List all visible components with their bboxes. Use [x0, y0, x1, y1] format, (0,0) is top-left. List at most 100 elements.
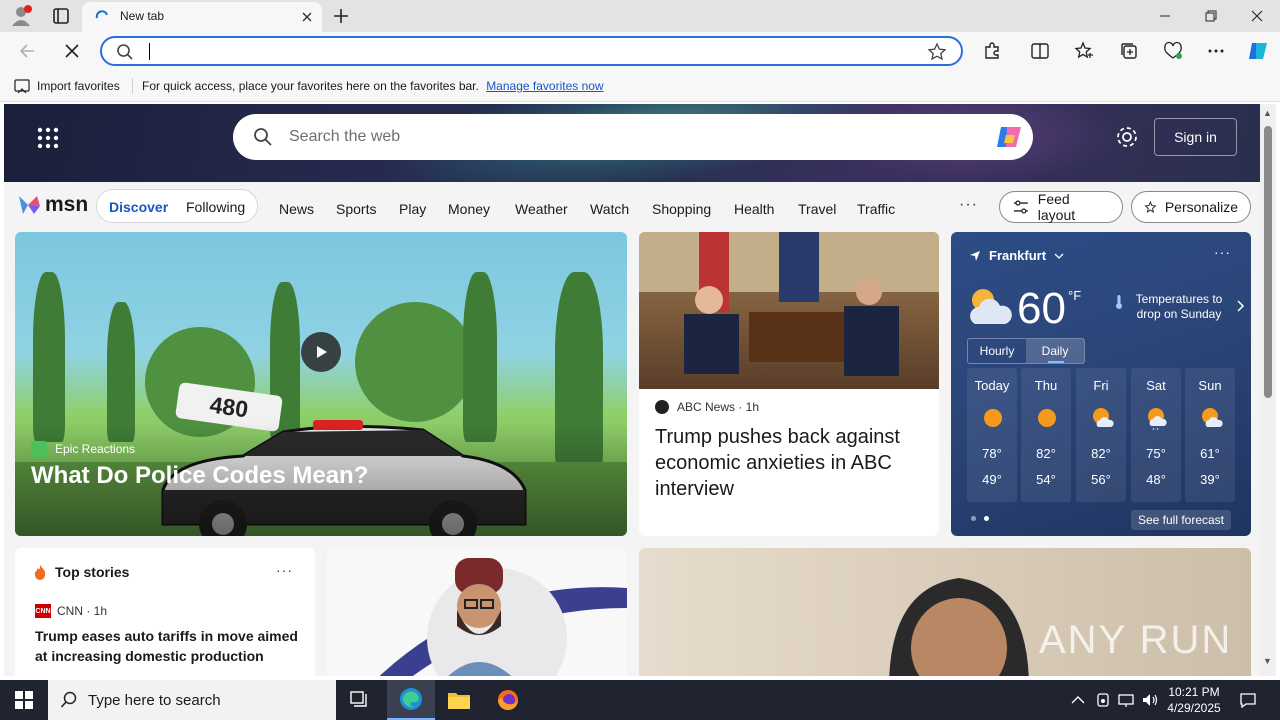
- web-search-box[interactable]: Search the web: [233, 114, 1033, 160]
- settings-more-button[interactable]: [1202, 38, 1230, 64]
- top-story-headline[interactable]: Trump eases auto tariffs in move aimed a…: [35, 626, 305, 666]
- tab-discover[interactable]: Discover: [109, 199, 168, 215]
- restore-button[interactable]: [1188, 0, 1234, 32]
- manage-favorites-link[interactable]: Manage favorites now: [486, 79, 603, 93]
- nav-item-play[interactable]: Play: [399, 201, 426, 217]
- top-stories-title: Top stories: [55, 564, 130, 580]
- feed-layout-button[interactable]: Feed layout: [999, 191, 1123, 223]
- tab-daily[interactable]: Daily: [1026, 339, 1084, 363]
- temperature-unit[interactable]: °F: [1068, 288, 1081, 303]
- nav-item-travel[interactable]: Travel: [798, 201, 836, 217]
- more-nav-button[interactable]: ···: [959, 196, 978, 214]
- nav-item-money[interactable]: Money: [448, 201, 490, 217]
- top-stories-more-button[interactable]: ···: [276, 562, 293, 578]
- minimize-button[interactable]: [1142, 0, 1188, 32]
- search-icon: [60, 691, 77, 708]
- tab-following[interactable]: Following: [186, 199, 245, 215]
- nav-item-watch[interactable]: Watch: [590, 201, 629, 217]
- forecast-day[interactable]: Sat 75° 48°: [1131, 368, 1181, 502]
- sign-in-button[interactable]: Sign in: [1154, 118, 1237, 156]
- profile-button[interactable]: [8, 4, 34, 28]
- carousel-indicator[interactable]: [971, 516, 989, 521]
- tray-app-icon[interactable]: [1093, 690, 1113, 710]
- see-full-forecast-button[interactable]: See full forecast: [1131, 510, 1231, 530]
- video-card[interactable]: ANY RUN: [639, 548, 1251, 676]
- puzzle-icon: [985, 42, 999, 59]
- back-button[interactable]: [14, 38, 42, 64]
- notifications-button[interactable]: [1238, 690, 1258, 710]
- show-hidden-icons-button[interactable]: [1068, 690, 1088, 710]
- play-video-button[interactable]: [301, 332, 341, 372]
- collections-button[interactable]: [1115, 38, 1143, 64]
- taskbar-clock[interactable]: 10:21 PM 4/29/2025: [1166, 684, 1222, 716]
- stop-loading-button[interactable]: [58, 38, 86, 64]
- scroll-down-icon[interactable]: ▼: [1263, 656, 1272, 666]
- edge-icon: [400, 688, 422, 710]
- split-screen-button[interactable]: [1026, 38, 1054, 64]
- publisher-logo: [31, 441, 47, 457]
- nav-item-traffic[interactable]: Traffic: [857, 201, 895, 217]
- tab-new-tab[interactable]: New tab: [82, 2, 322, 32]
- extensions-button[interactable]: [978, 38, 1006, 64]
- chevron-down-icon: [1054, 253, 1064, 259]
- msn-logo[interactable]: msn: [16, 192, 88, 218]
- nav-item-weather[interactable]: Weather: [515, 201, 568, 217]
- taskbar-search-box[interactable]: Type here to search: [48, 680, 336, 720]
- msn-butterfly-icon: [19, 196, 40, 214]
- tab-actions-button[interactable]: [48, 4, 74, 28]
- nav-item-news[interactable]: News: [279, 201, 314, 217]
- weather-location[interactable]: Frankfurt: [969, 248, 1064, 263]
- minimize-icon: [1160, 15, 1170, 17]
- page-settings-button[interactable]: [1114, 124, 1140, 150]
- nav-item-shopping[interactable]: Shopping: [652, 201, 711, 217]
- tab-strip: New tab: [0, 0, 1280, 32]
- news-headline[interactable]: Trump pushes back against economic anxie…: [655, 424, 925, 502]
- favorite-star-icon[interactable]: [927, 42, 947, 62]
- network-button[interactable]: [1116, 690, 1136, 710]
- hero-headline[interactable]: What Do Police Codes Mean?: [31, 462, 368, 490]
- forecast-day[interactable]: Sun 61° 39°: [1185, 368, 1235, 502]
- search-icon: [254, 128, 272, 146]
- nav-item-sports[interactable]: Sports: [336, 201, 376, 217]
- forecast-day[interactable]: Fri 82° 56°: [1076, 368, 1126, 502]
- article-image-card[interactable]: [327, 548, 627, 676]
- close-tab-icon[interactable]: [298, 8, 316, 26]
- publisher-name: CNN: [57, 604, 83, 618]
- sliders-icon: [1013, 200, 1028, 214]
- scroll-up-icon[interactable]: ▲: [1263, 108, 1272, 118]
- apps-launcher-button[interactable]: [34, 124, 62, 152]
- sun-icon: [984, 409, 1002, 427]
- taskbar-edge[interactable]: [387, 680, 435, 720]
- task-view-button[interactable]: [336, 680, 384, 720]
- import-icon: [14, 79, 30, 94]
- nav-item-health[interactable]: Health: [734, 201, 774, 217]
- news-card[interactable]: ABC News · 1h Trump pushes back against …: [639, 232, 939, 536]
- taskbar-file-explorer[interactable]: [435, 680, 483, 720]
- folder-icon: [448, 693, 470, 709]
- copilot-icon[interactable]: [993, 121, 1025, 153]
- scrollbar-thumb[interactable]: [1264, 126, 1272, 398]
- browser-essentials-button[interactable]: [1159, 38, 1187, 64]
- forecast-day[interactable]: Thu 82° 54°: [1021, 368, 1071, 502]
- start-button[interactable]: [0, 680, 48, 720]
- taskbar-firefox[interactable]: [484, 680, 532, 720]
- close-window-button[interactable]: [1234, 0, 1280, 32]
- favorites-icon: [1074, 41, 1093, 59]
- weather-more-button[interactable]: ···: [1214, 244, 1231, 260]
- page-scrollbar[interactable]: ▲ ▼: [1260, 104, 1276, 676]
- weather-card[interactable]: Frankfurt ··· 60 °F Temperatures to drop…: [951, 232, 1251, 536]
- thermometer-icon: [1116, 295, 1122, 309]
- article-source: CNN CNN · 1h: [35, 604, 107, 618]
- person-photo: [379, 558, 627, 676]
- tab-hourly[interactable]: Hourly: [968, 339, 1026, 363]
- new-tab-button[interactable]: [330, 4, 352, 28]
- copilot-button[interactable]: [1244, 38, 1272, 64]
- profile-icon: [12, 5, 32, 26]
- volume-button[interactable]: [1140, 690, 1160, 710]
- favorites-button[interactable]: [1070, 38, 1098, 64]
- forecast-day[interactable]: Today 78° 49°: [967, 368, 1017, 502]
- personalize-button[interactable]: Personalize: [1131, 191, 1251, 223]
- address-bar[interactable]: [100, 36, 963, 66]
- import-favorites-button[interactable]: Import favorites: [14, 78, 120, 94]
- hero-video-card[interactable]: 480 Epic Reactions What Do Police Codes …: [15, 232, 627, 536]
